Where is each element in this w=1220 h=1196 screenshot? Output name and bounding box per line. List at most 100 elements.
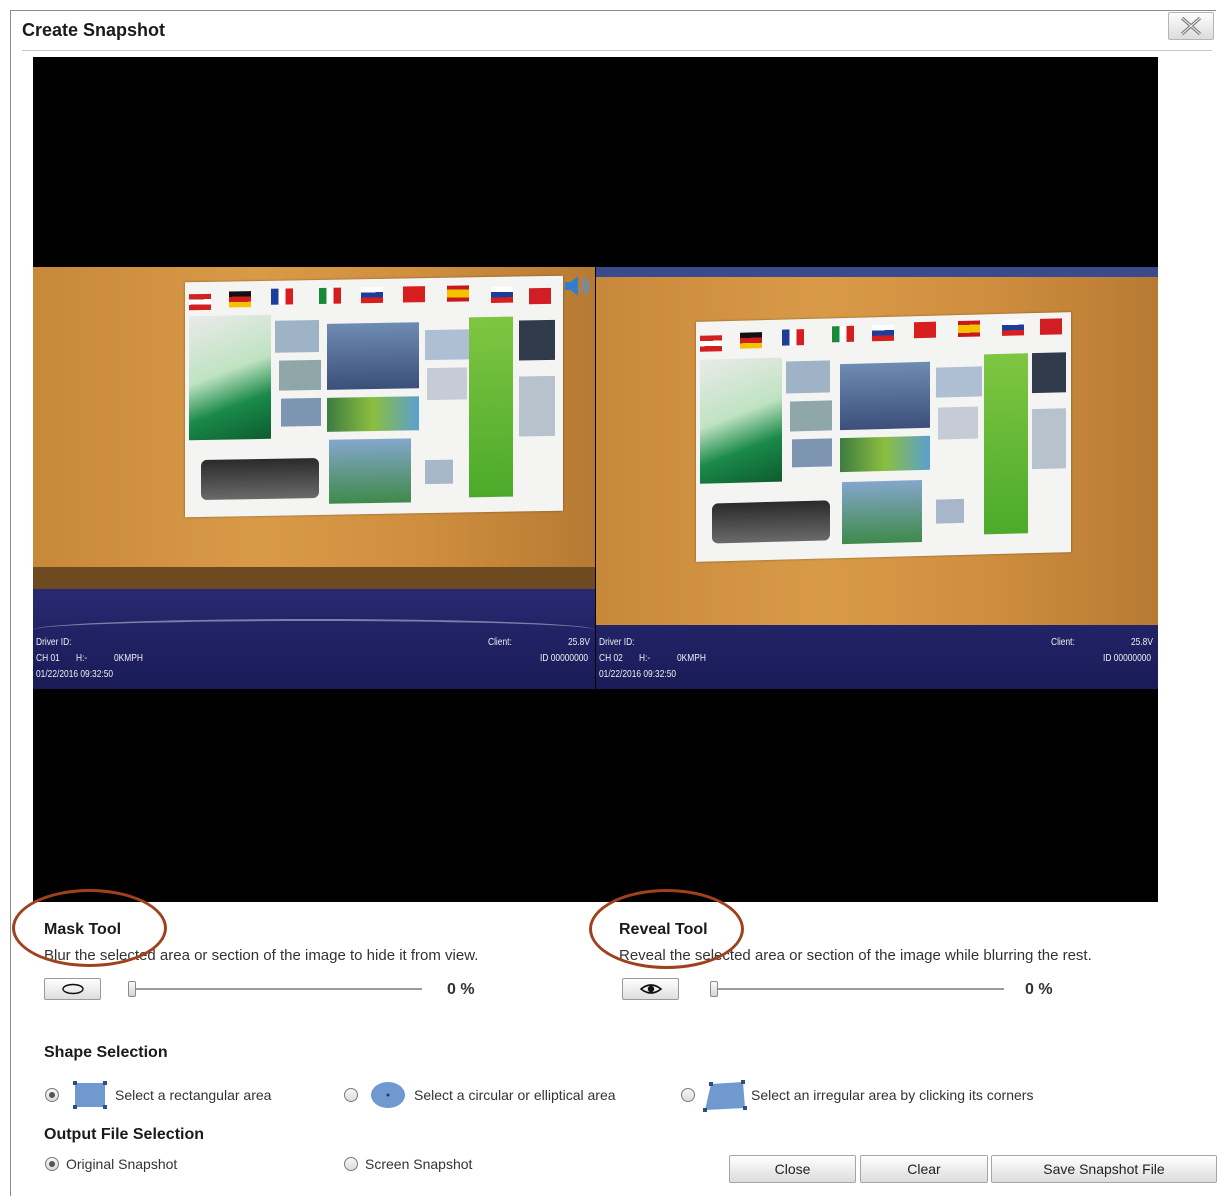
flag: [740, 332, 762, 349]
shape-option-rectangle-radio[interactable]: [45, 1088, 59, 1102]
poster-image: [275, 319, 319, 353]
flag: [529, 287, 551, 305]
osd-channel: CH 01: [36, 652, 60, 664]
poster-image: [790, 400, 832, 432]
poster-image: [842, 479, 922, 545]
poster-image: [792, 438, 832, 468]
ellipse-shape-icon: [371, 1082, 405, 1108]
mask-slider-thumb[interactable]: [128, 981, 136, 997]
osd-speed: 0KMPH: [114, 652, 143, 664]
reveal-tool-button[interactable]: [622, 978, 679, 1000]
flag: [782, 329, 804, 346]
shape-option-polygon-label[interactable]: Select an irregular area by clicking its…: [751, 1087, 1033, 1103]
poster-bus-image: [712, 500, 830, 544]
flag: [872, 324, 894, 342]
osd-voltage: 25.8V: [1131, 636, 1153, 648]
osd-speed: 0KMPH: [677, 652, 706, 664]
poster-image: [938, 406, 978, 440]
snapshot-viewer[interactable]: Driver ID: CH 01 H:- 0KMPH 01/22/2016 09…: [33, 57, 1158, 902]
osd-heading: H:-: [639, 652, 651, 664]
osd-datetime: 01/22/2016 09:32:50: [599, 668, 677, 680]
poster-image: [329, 438, 411, 504]
shape-option-ellipse-radio[interactable]: [344, 1088, 358, 1102]
flag: [1040, 318, 1062, 335]
camera-view-ch02[interactable]: Driver ID: CH 02 H:- 0KMPH 01/22/2016 09…: [596, 267, 1158, 689]
flag: [189, 293, 211, 311]
output-original-radio[interactable]: [45, 1157, 59, 1171]
poster-image: [281, 397, 321, 427]
shape-option-rectangle-label[interactable]: Select a rectangular area: [115, 1087, 271, 1103]
output-selection-title: Output File Selection: [44, 1126, 205, 1143]
osd-channel: CH 02: [599, 652, 623, 664]
osd-datetime: 01/22/2016 09:32:50: [36, 668, 114, 680]
osd-voltage: 25.8V: [568, 636, 590, 648]
poster: [185, 275, 563, 518]
flag: [271, 288, 293, 305]
speaker-icon[interactable]: [563, 273, 593, 299]
flag: [700, 335, 722, 352]
osd-driver-id: Driver ID:: [36, 636, 72, 648]
mask-tool-annotation-circle: [12, 889, 167, 967]
mask-tool-button[interactable]: [44, 978, 101, 1000]
osd-heading: H:-: [76, 652, 88, 664]
ellipse-icon: [61, 983, 84, 995]
poster: [696, 312, 1071, 562]
poster-image: [519, 319, 555, 361]
flag: [491, 286, 513, 303]
wall-strip: [596, 267, 1158, 277]
eye-icon: [639, 984, 662, 994]
reveal-slider-thumb[interactable]: [710, 981, 718, 997]
poster-image: [327, 322, 419, 390]
osd-id: ID 00000000: [540, 652, 589, 664]
poster-image: [786, 360, 830, 394]
poster-image: [279, 359, 321, 391]
rectangle-shape-icon: [73, 1081, 107, 1109]
output-original-label[interactable]: Original Snapshot: [66, 1156, 177, 1172]
flag: [447, 285, 469, 302]
poster-image: [1032, 352, 1066, 394]
osd-client: Client:: [1051, 636, 1075, 648]
flag: [1002, 319, 1024, 336]
output-screen-radio[interactable]: [344, 1157, 358, 1171]
osd-id: ID 00000000: [1103, 652, 1152, 664]
mask-slider-track[interactable]: [129, 988, 422, 990]
close-x-icon: [1180, 16, 1202, 36]
flag: [229, 291, 251, 308]
clear-button[interactable]: Clear: [860, 1155, 988, 1183]
shape-selection-title: Shape Selection: [44, 1044, 168, 1061]
shape-option-polygon-radio[interactable]: [681, 1088, 695, 1102]
shape-option-ellipse-label[interactable]: Select a circular or elliptical area: [414, 1087, 616, 1103]
poster-image: [840, 435, 930, 473]
flag: [958, 320, 980, 338]
osd-client: Client:: [488, 636, 512, 648]
poster-woman-image: [189, 314, 271, 441]
poster-woman-image: [700, 357, 782, 484]
mask-value: 0 %: [447, 981, 475, 998]
camera-view-ch01[interactable]: Driver ID: CH 01 H:- 0KMPH 01/22/2016 09…: [33, 267, 595, 689]
title-divider: [22, 50, 1212, 51]
reveal-value: 0 %: [1025, 981, 1053, 998]
reveal-slider-track[interactable]: [711, 988, 1004, 990]
poster-image: [1032, 408, 1066, 470]
poster-image: [425, 459, 453, 485]
poster-image: [519, 375, 555, 437]
polygon-shape-icon: [703, 1080, 747, 1112]
poster-image: [427, 367, 467, 401]
close-button[interactable]: Close: [729, 1155, 856, 1183]
reveal-tool-annotation-circle: [589, 889, 744, 969]
poster-image: [936, 498, 964, 524]
flag: [832, 325, 854, 343]
flag: [361, 286, 383, 304]
output-screen-label[interactable]: Screen Snapshot: [365, 1156, 472, 1172]
close-x-button[interactable]: [1168, 12, 1214, 40]
save-snapshot-button[interactable]: Save Snapshot File: [991, 1155, 1217, 1183]
flag: [403, 286, 425, 303]
poster-image: [984, 353, 1028, 535]
poster-image: [469, 316, 513, 498]
poster-image: [425, 329, 473, 361]
poster-image: [936, 366, 982, 398]
osd-driver-id: Driver ID:: [599, 636, 635, 648]
poster-bus-image: [201, 457, 319, 501]
poster-image: [327, 396, 419, 432]
flag: [319, 287, 341, 304]
